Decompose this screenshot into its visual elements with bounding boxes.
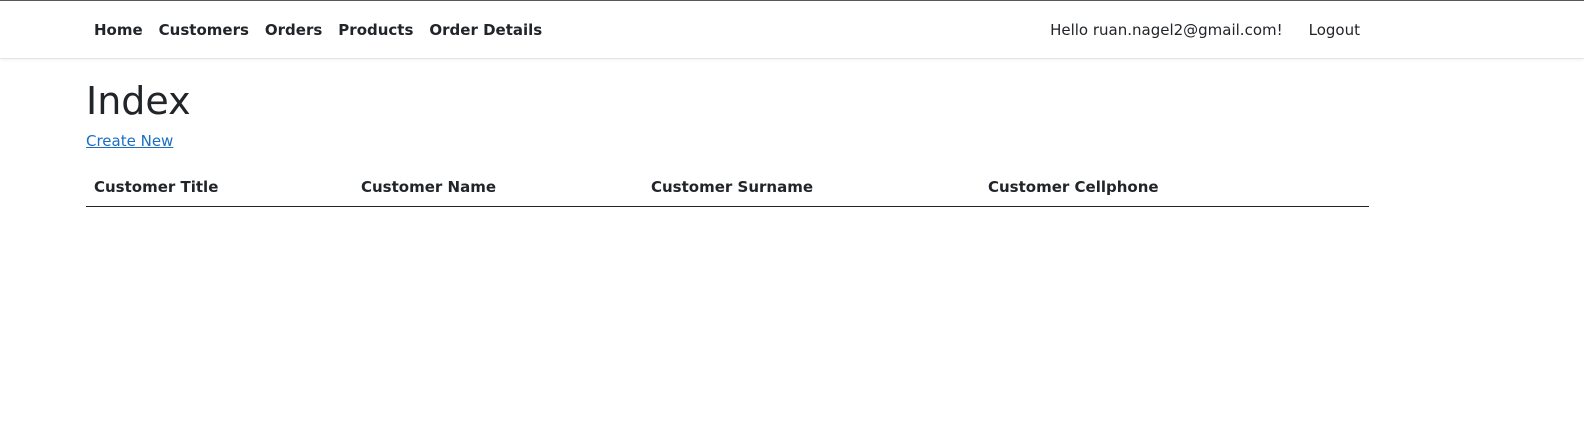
- nav-link-customers[interactable]: Customers: [151, 21, 257, 39]
- nav-user-area: Hello ruan.nagel2@gmail.com! Logout: [1042, 1, 1368, 58]
- column-header-customer-cellphone: Customer Cellphone: [980, 168, 1369, 207]
- top-navbar: Home Customers Orders Products Order Det…: [0, 1, 1584, 59]
- column-header-customer-name: Customer Name: [353, 168, 643, 207]
- table-header-row: Customer Title Customer Name Customer Su…: [86, 168, 1369, 207]
- column-header-customer-surname: Customer Surname: [643, 168, 980, 207]
- user-greeting: Hello ruan.nagel2@gmail.com!: [1050, 20, 1283, 39]
- create-new-link[interactable]: Create New: [86, 132, 173, 150]
- nav-link-orders[interactable]: Orders: [257, 21, 330, 39]
- table-header: Customer Title Customer Name Customer Su…: [86, 168, 1369, 207]
- nav-link-home[interactable]: Home: [86, 21, 151, 39]
- nav-link-order-details[interactable]: Order Details: [421, 21, 550, 39]
- main-content: Index Create New Customer Title Customer…: [86, 72, 1369, 207]
- nav-link-products[interactable]: Products: [330, 21, 421, 39]
- nav-links: Home Customers Orders Products Order Det…: [86, 1, 550, 58]
- column-header-customer-title: Customer Title: [86, 168, 353, 207]
- logout-link[interactable]: Logout: [1301, 21, 1368, 39]
- customers-table: Customer Title Customer Name Customer Su…: [86, 168, 1369, 207]
- page-title: Index: [86, 79, 191, 123]
